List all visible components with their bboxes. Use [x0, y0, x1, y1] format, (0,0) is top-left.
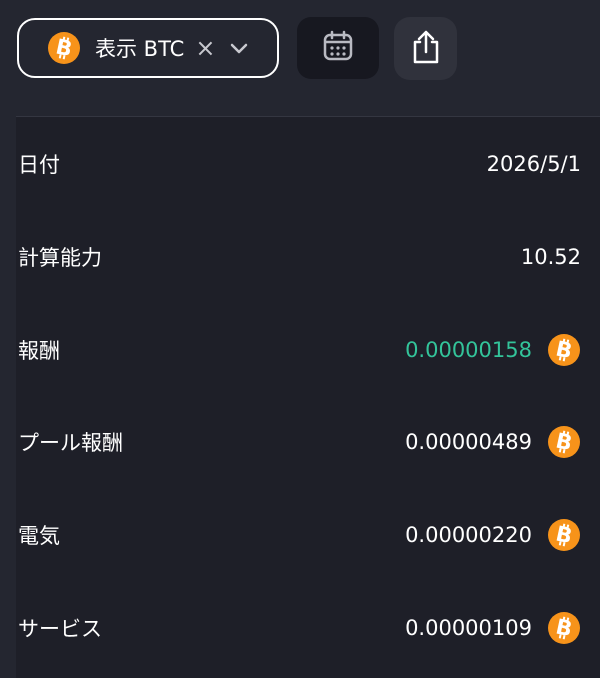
clear-filter-icon[interactable]: ×	[195, 36, 215, 60]
bitcoin-icon: B	[547, 333, 581, 367]
bitcoin-icon: B	[547, 611, 581, 645]
share-icon	[407, 28, 445, 70]
detail-label: 日付	[18, 153, 60, 177]
reward-details-panel: 日付 2026/5/1 計算能力 10.52 報酬 0.00000158 B プ…	[16, 116, 600, 678]
detail-row-electricity: 電気 0.00000220 B	[16, 515, 600, 555]
detail-row-service: サービス 0.00000109 B	[16, 608, 600, 648]
detail-value: 10.52	[520, 245, 581, 269]
detail-label: 計算能力	[18, 246, 102, 270]
detail-label: 報酬	[18, 339, 60, 363]
toolbar: B 表示 BTC ×	[0, 0, 600, 100]
share-button[interactable]	[394, 17, 457, 80]
detail-value: 0.00000109	[405, 616, 532, 640]
reward-value: 0.00000158	[405, 338, 532, 362]
calendar-icon	[322, 30, 354, 66]
detail-value: 0.00000489	[405, 430, 532, 454]
detail-value: 2026/5/1	[486, 152, 581, 176]
detail-row-pool-reward: プール報酬 0.00000489 B	[16, 422, 600, 462]
filter-label: 表示 BTC	[95, 37, 185, 61]
currency-filter-button[interactable]: B 表示 BTC ×	[17, 18, 279, 78]
calendar-button[interactable]	[297, 17, 379, 79]
detail-label: サービス	[18, 617, 102, 641]
bitcoin-icon: B	[47, 31, 81, 65]
detail-row-reward: 報酬 0.00000158 B	[16, 330, 600, 370]
detail-row-hashrate: 計算能力 10.52	[16, 237, 600, 277]
detail-value: 0.00000220	[405, 523, 532, 547]
detail-row-date: 日付 2026/5/1	[16, 144, 600, 184]
bitcoin-icon: B	[547, 425, 581, 459]
detail-label: プール報酬	[18, 431, 123, 455]
detail-label: 電気	[18, 524, 60, 548]
chevron-down-icon[interactable]	[229, 41, 249, 55]
bitcoin-icon: B	[547, 518, 581, 552]
